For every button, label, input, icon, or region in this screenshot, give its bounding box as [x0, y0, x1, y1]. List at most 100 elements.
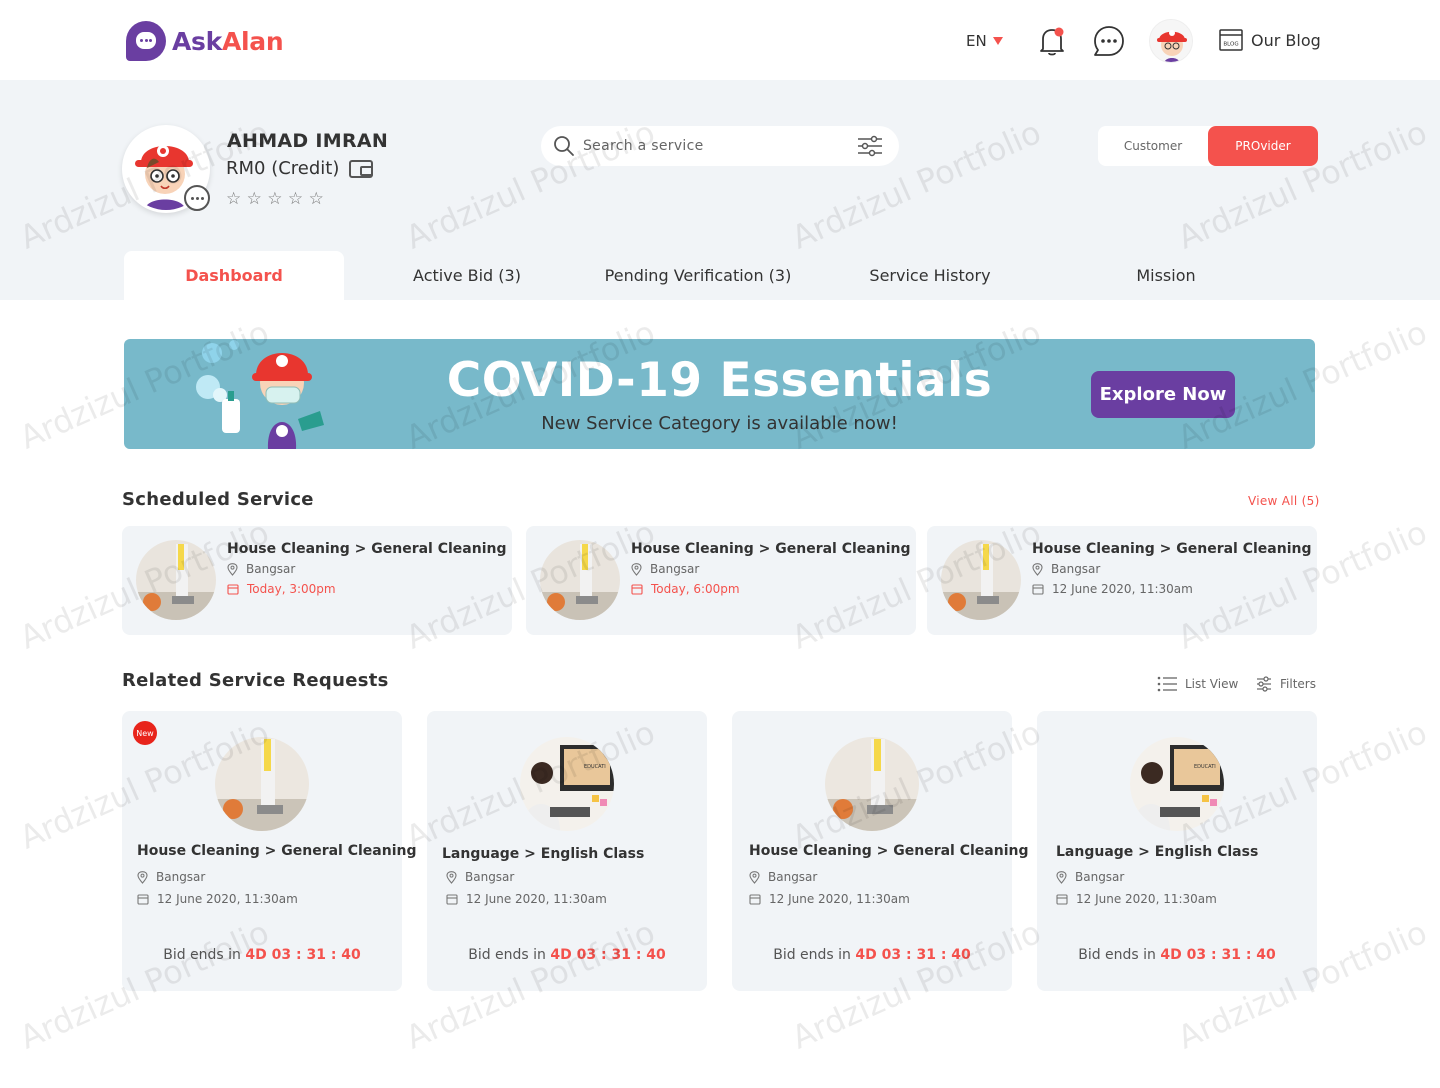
rating-stars: ☆ ☆ ☆ ☆ ☆: [226, 189, 324, 209]
location-pin-icon: [1056, 870, 1067, 884]
user-avatar[interactable]: [1149, 19, 1193, 63]
list-view-label: List View: [1185, 677, 1239, 691]
tab-mission[interactable]: Mission: [1086, 251, 1246, 300]
role-toggle: Customer PROvider: [1098, 126, 1318, 166]
service-search-bar[interactable]: Search a service: [541, 126, 899, 166]
our-blog-link[interactable]: BLOG Our Blog: [1219, 28, 1321, 52]
tab-pending-verification[interactable]: Pending Verification (3): [588, 251, 808, 300]
scheduled-service-card[interactable]: House Cleaning > General Cleaning Bangsa…: [927, 526, 1317, 635]
location-pin-icon: [227, 562, 238, 576]
date-text: 12 June 2020, 11:30am: [157, 892, 298, 906]
list-view-icon: [1157, 676, 1177, 692]
english-class-thumbnail: EDUCATI: [1130, 737, 1224, 831]
blog-label: Our Blog: [1251, 30, 1321, 50]
english-class-thumbnail: EDUCATI: [520, 737, 614, 831]
request-date: 12 June 2020, 11:30am: [1056, 892, 1217, 906]
search-input[interactable]: Search a service: [583, 138, 857, 154]
computer-class-photo: EDUCATI: [1130, 737, 1224, 831]
vacuum-cleaning-photo: [825, 737, 919, 831]
request-date: 12 June 2020, 11:30am: [137, 892, 298, 906]
bid-countdown: Bid ends in 4D 03 : 31 : 40: [1037, 947, 1317, 963]
cleaning-thumbnail: [136, 540, 216, 620]
request-title: House Cleaning > General Cleaning: [749, 843, 1029, 859]
related-requests-heading: Related Service Requests: [122, 670, 389, 691]
tab-active-bid[interactable]: Active Bid (3): [377, 251, 557, 300]
view-all-link[interactable]: View All (5): [1248, 494, 1320, 508]
cleaning-thumbnail: [941, 540, 1021, 620]
explore-now-button[interactable]: Explore Now: [1091, 371, 1235, 418]
request-location: Bangsar: [749, 870, 817, 884]
credit-amount: RM0 (Credit): [226, 158, 340, 179]
cleaning-thumbnail: [540, 540, 620, 620]
calendar-icon: [227, 584, 239, 595]
bid-prefix: Bid ends in: [1078, 947, 1156, 963]
computer-class-photo: EDUCATI: [520, 737, 614, 831]
request-title: House Cleaning > General Cleaning: [137, 843, 417, 859]
request-location: Bangsar: [1056, 870, 1124, 884]
vacuum-cleaning-photo: [941, 540, 1021, 620]
blog-icon: BLOG: [1219, 29, 1243, 51]
countdown-timer: 4D 03 : 31 : 40: [1160, 947, 1276, 963]
tab-service-history[interactable]: Service History: [840, 251, 1020, 300]
tab-dashboard[interactable]: Dashboard: [124, 251, 344, 300]
location-text: Bangsar: [156, 870, 206, 884]
calendar-icon: [749, 894, 761, 905]
location-pin-icon: [1032, 562, 1043, 576]
calendar-icon: [1056, 894, 1068, 905]
scheduled-service-card[interactable]: House Cleaning > General Cleaning Bangsa…: [122, 526, 512, 635]
request-location: Bangsar: [137, 870, 205, 884]
location-pin-icon: [137, 870, 148, 884]
request-date: 12 June 2020, 11:30am: [446, 892, 607, 906]
scheduled-service-time: Today, 3:00pm: [227, 582, 336, 596]
list-view-toggle[interactable]: List View: [1157, 676, 1238, 692]
location-text: Bangsar: [768, 870, 818, 884]
brand-name: AskAlan: [172, 26, 284, 56]
svg-text:EDUCATI: EDUCATI: [1194, 764, 1216, 770]
language-selector[interactable]: EN: [966, 32, 1003, 50]
bid-prefix: Bid ends in: [163, 947, 241, 963]
scheduled-service-location: Bangsar: [631, 562, 699, 576]
location-text: Bangsar: [650, 562, 700, 576]
top-navigation-bar: AskAlan EN BLOG Our Blog: [0, 0, 1440, 80]
askalan-logo[interactable]: AskAlan: [126, 21, 284, 61]
location-text: Bangsar: [246, 562, 296, 576]
scheduled-service-heading: Scheduled Service: [122, 489, 314, 510]
notification-bell-icon[interactable]: [1035, 24, 1069, 58]
scheduled-service-title: House Cleaning > General Cleaning: [227, 541, 507, 557]
filter-sliders-icon[interactable]: [857, 135, 883, 157]
new-badge: New: [133, 721, 157, 745]
request-title: Language > English Class: [442, 846, 645, 862]
time-text: Today, 3:00pm: [247, 582, 336, 596]
provider-toggle-button[interactable]: PROvider: [1208, 126, 1318, 166]
chat-bubble-icon[interactable]: [1092, 24, 1126, 58]
scheduled-service-title: House Cleaning > General Cleaning: [631, 541, 911, 557]
location-text: Bangsar: [1075, 870, 1125, 884]
covid-essentials-banner[interactable]: COVID-19 Essentials New Service Category…: [124, 339, 1315, 449]
service-request-card[interactable]: New House Cleaning > General Cleaning Ba…: [122, 711, 417, 991]
filter-sliders-icon: [1257, 676, 1271, 692]
cleaning-thumbnail: [825, 737, 919, 831]
wallet-icon[interactable]: [349, 159, 374, 178]
bid-countdown: Bid ends in 4D 03 : 31 : 40: [732, 947, 1012, 963]
filters-button[interactable]: Filters: [1256, 676, 1316, 692]
vacuum-cleaning-photo: [540, 540, 620, 620]
filters-label: Filters: [1280, 677, 1316, 691]
bid-countdown: Bid ends in 4D 03 : 31 : 40: [122, 947, 402, 963]
time-text: 12 June 2020, 11:30am: [1052, 582, 1193, 596]
scheduled-service-time: 12 June 2020, 11:30am: [1032, 582, 1193, 596]
customer-toggle-button[interactable]: Customer: [1098, 126, 1208, 166]
request-date: 12 June 2020, 11:30am: [749, 892, 910, 906]
location-text: Bangsar: [465, 870, 515, 884]
language-label: EN: [966, 32, 987, 50]
scheduled-service-card[interactable]: House Cleaning > General Cleaning Bangsa…: [526, 526, 916, 635]
mascot-avatar-icon: [1150, 20, 1192, 62]
profile-name: AHMAD IMRAN: [227, 130, 389, 152]
calendar-icon: [446, 894, 458, 905]
service-request-card[interactable]: House Cleaning > General Cleaning Bangsa…: [732, 711, 1029, 991]
location-pin-icon: [631, 562, 642, 576]
date-text: 12 June 2020, 11:30am: [769, 892, 910, 906]
scheduled-service-time: Today, 6:00pm: [631, 582, 740, 596]
service-request-card[interactable]: EDUCATI Language > English Class Bangsar…: [1037, 711, 1317, 991]
more-options-icon[interactable]: [184, 185, 210, 211]
service-request-card[interactable]: EDUCATI Language > English Class Bangsar…: [427, 711, 707, 991]
